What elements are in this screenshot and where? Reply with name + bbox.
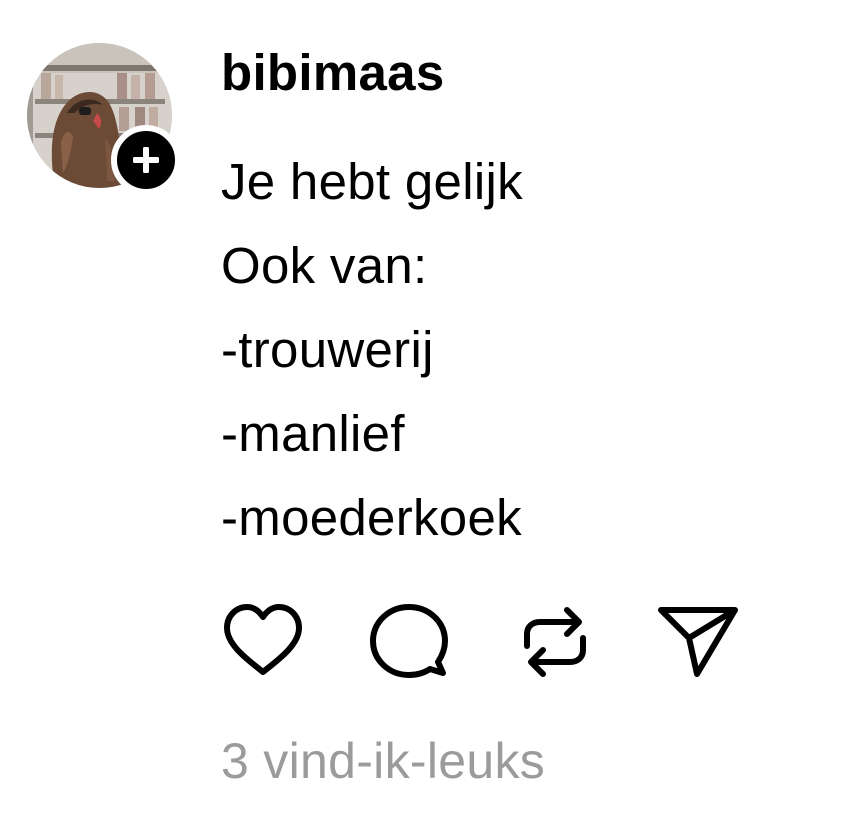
likes-count[interactable]: 3 vind-ik-leuks	[221, 731, 545, 791]
plus-icon	[133, 147, 159, 173]
comment-icon	[370, 604, 448, 678]
action-bar	[221, 600, 741, 684]
post-text-line: -moederkoek	[221, 489, 522, 546]
repost-button[interactable]	[513, 600, 597, 684]
repost-icon	[524, 607, 586, 677]
avatar-container[interactable]	[27, 43, 181, 195]
post-text: Je hebt gelijk Ook van: -trouwerij -manl…	[221, 140, 523, 560]
post-text-line: -manlief	[221, 405, 405, 462]
send-icon	[658, 607, 738, 677]
share-button[interactable]	[657, 600, 741, 684]
reply-button[interactable]	[367, 600, 451, 684]
like-button[interactable]	[221, 600, 305, 684]
username[interactable]: bibimaas	[221, 44, 444, 102]
heart-icon	[224, 604, 302, 675]
post-text-line: Je hebt gelijk	[221, 153, 523, 210]
follow-button[interactable]	[111, 125, 181, 195]
post-text-line: Ook van:	[221, 237, 428, 294]
post-text-line: -trouwerij	[221, 321, 434, 378]
